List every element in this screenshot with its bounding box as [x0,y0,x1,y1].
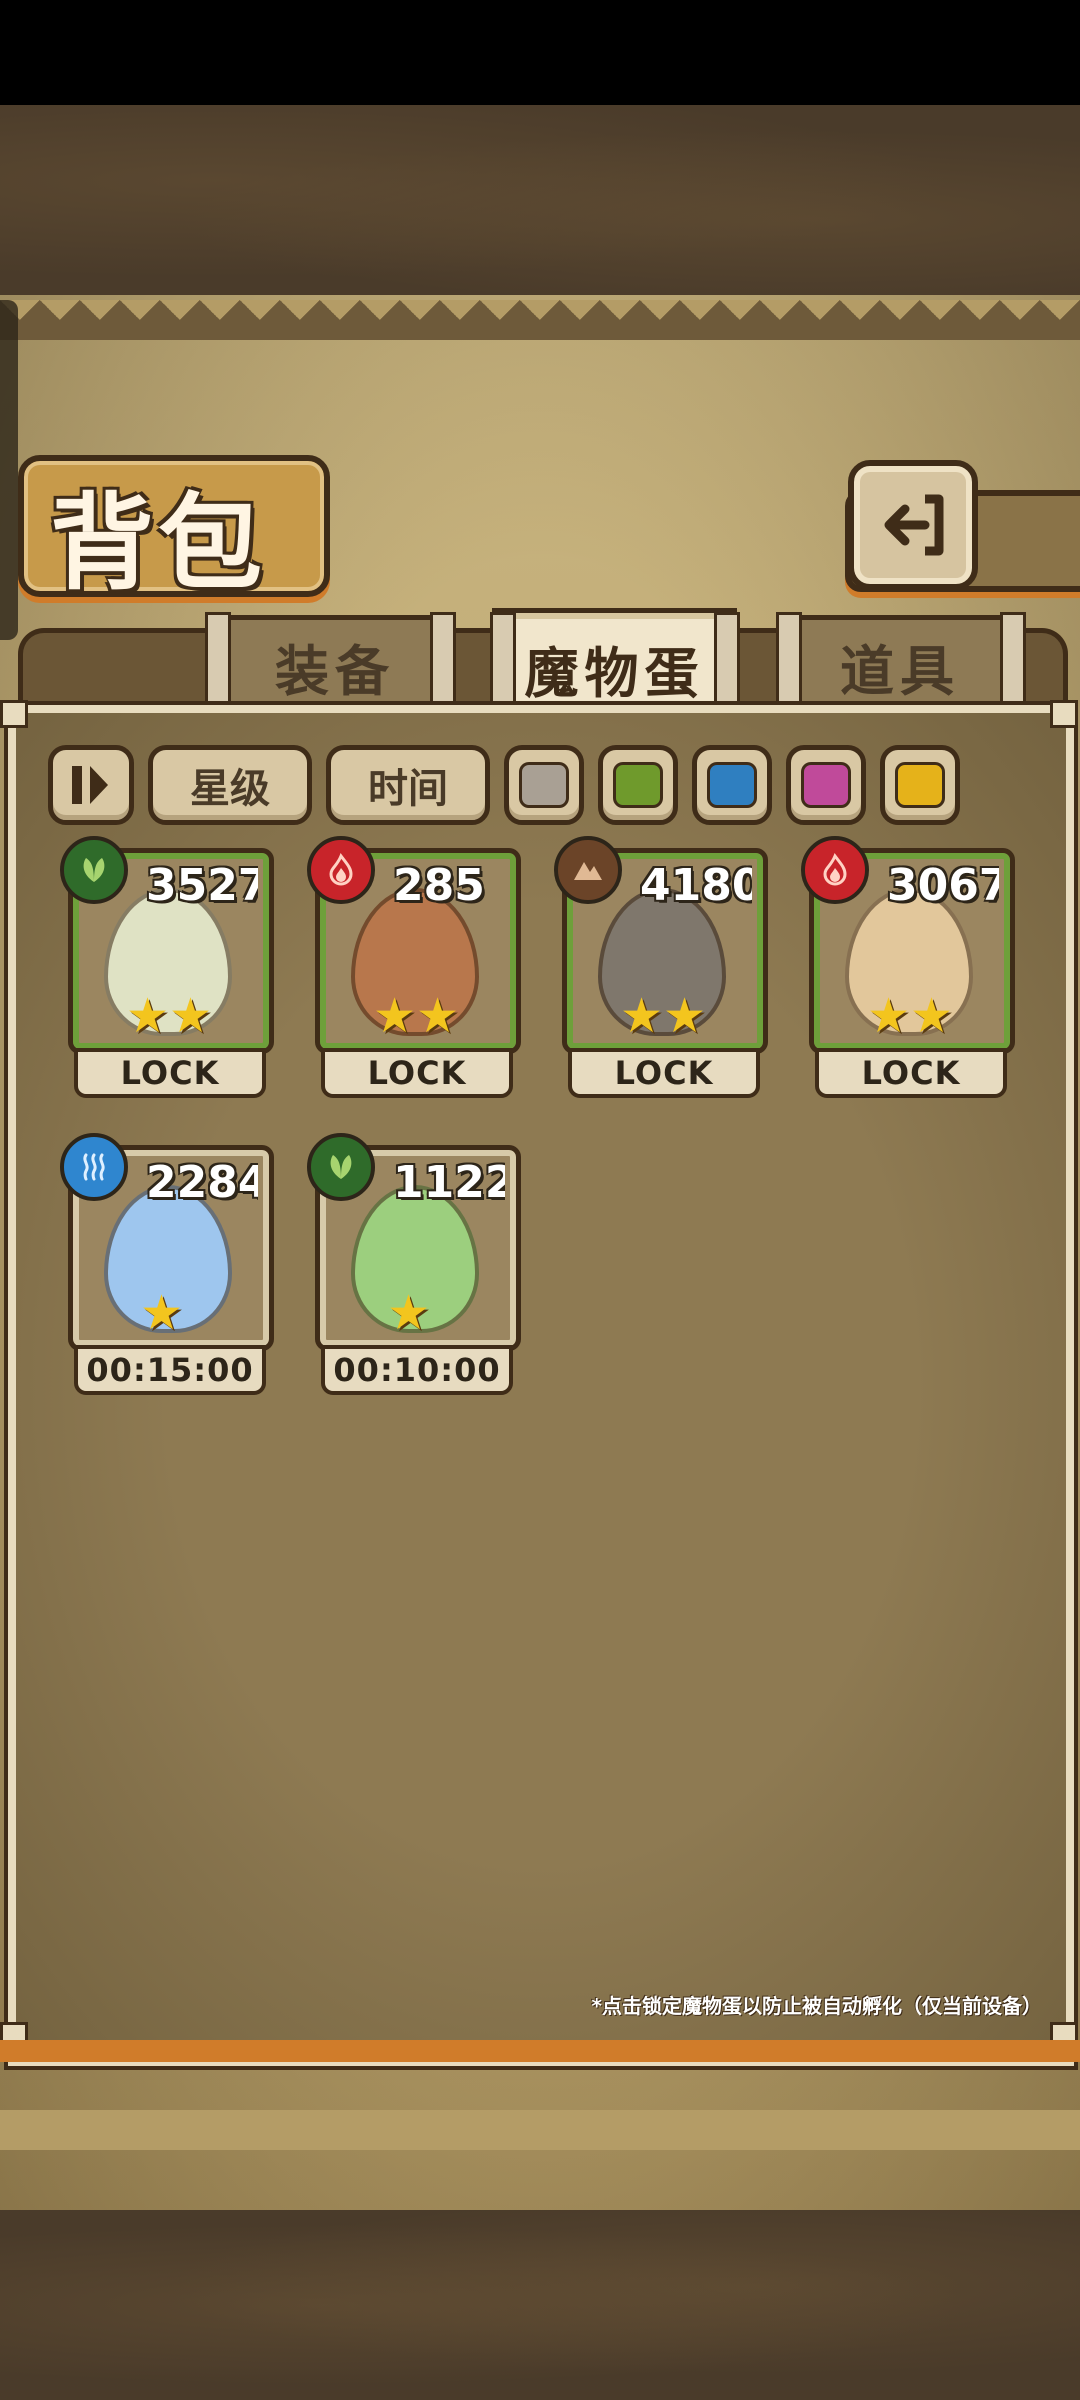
sort-by-star-button[interactable]: 星级 [148,745,312,825]
star-rating: ★★ [867,988,954,1044]
earth-icon [554,836,622,904]
top-map-background [0,105,1080,295]
egg-number: 3067 [887,860,999,911]
blue-swatch [707,762,757,808]
tab-equipment[interactable]: 装备 [215,615,455,712]
filter-pink-button[interactable] [786,745,866,825]
hatch-timer[interactable]: 00:10:00 [321,1345,513,1395]
sort-toggle-button[interactable] [48,745,134,825]
lock-status[interactable]: LOCK [321,1048,513,1098]
water-icon [60,1133,128,1201]
torn-edge-bottom [0,2110,1080,2150]
bottom-map-background [0,2210,1080,2400]
egg-number: 285 [393,860,485,911]
return-arrow-icon [884,494,944,556]
page-title: 背包 [50,482,267,604]
sort-by-time-button[interactable]: 时间 [326,745,490,825]
star-rating: ★ [387,1285,431,1341]
fire-icon [307,836,375,904]
sort-toggle-icon [72,766,108,804]
tab-post [1000,612,1026,706]
filter-blue-button[interactable] [692,745,772,825]
panel-bottom-trim [0,2040,1080,2062]
filter-green-button[interactable] [598,745,678,825]
green-swatch [613,762,663,808]
back-button[interactable] [848,460,978,590]
filter-yellow-button[interactable] [880,745,960,825]
tab-post [776,612,802,706]
gray-swatch [519,762,569,808]
pink-swatch [801,762,851,808]
star-rating: ★★ [620,988,707,1044]
lock-hint-text: *点击锁定魔物蛋以防止被自动孵化（仅当前设备） [591,1994,1042,2018]
star-rating: ★★ [373,988,460,1044]
panel-corner [1050,700,1078,728]
side-drawer-handle[interactable] [0,300,18,640]
tab-items[interactable]: 道具 [780,615,1020,712]
egg-number: 1122 [393,1157,505,1208]
egg-number: 4180 [640,860,752,911]
hatch-timer[interactable]: 00:15:00 [74,1345,266,1395]
filter-gray-button[interactable] [504,745,584,825]
fire-icon [801,836,869,904]
lock-status[interactable]: LOCK [568,1048,760,1098]
tab-post [205,612,231,706]
panel-corner [0,700,28,728]
egg-number: 3527 [146,860,258,911]
leaf-icon [60,836,128,904]
egg-number: 2284 [146,1157,258,1208]
leaf-icon [307,1133,375,1201]
star-rating: ★ [140,1285,184,1341]
lock-status[interactable]: LOCK [74,1048,266,1098]
lock-status[interactable]: LOCK [815,1048,1007,1098]
star-rating: ★★ [126,988,213,1044]
yellow-swatch [895,762,945,808]
torn-edge-top [0,300,1080,340]
tab-post [430,612,456,706]
